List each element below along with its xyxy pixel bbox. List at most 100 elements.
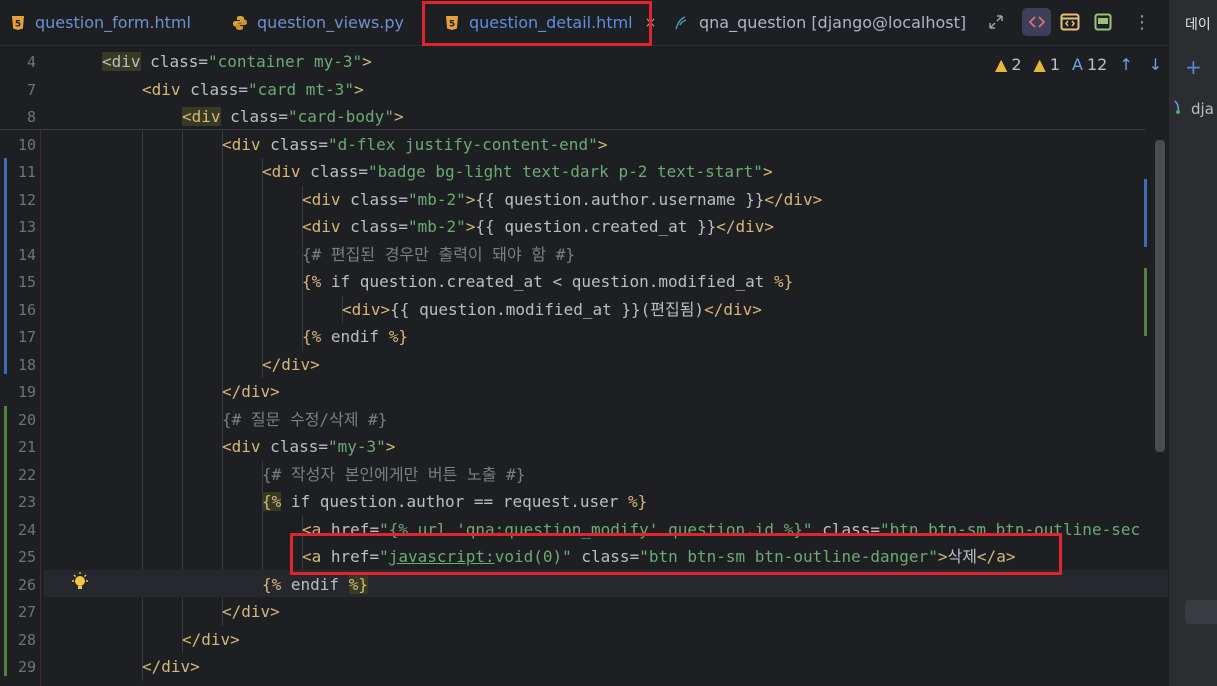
indent-guide: [182, 488, 183, 516]
panel-scroll-thumb[interactable]: [1185, 600, 1217, 624]
indent-guide: [142, 185, 143, 213]
highlight-box: [422, 1, 652, 46]
tab-question-form[interactable]: 5 question_form.html: [10, 0, 191, 45]
indent-guide: [222, 158, 223, 186]
line-number: 7: [26, 80, 36, 99]
indent-guide: [142, 240, 143, 268]
indent-guide: [182, 598, 183, 626]
indent-guide: [182, 185, 183, 213]
code-line[interactable]: <div class="mb-2">{{ question.created_at…: [302, 213, 774, 240]
indent-guide: [142, 543, 143, 571]
code-line[interactable]: {# 작성자 본인에게만 버튼 노출 #}: [262, 461, 525, 488]
indent-guide: [142, 433, 143, 461]
indent-guide: [222, 515, 223, 543]
indent-guide: [222, 240, 223, 268]
preview-icon[interactable]: [1092, 8, 1114, 36]
indent-guide: [182, 158, 183, 186]
code-line[interactable]: <div>{{ question.modified_at }}(편집됨)</di…: [342, 296, 762, 323]
tab-qna-question-table[interactable]: qna_question [django@localhost]: [674, 0, 966, 45]
code-line[interactable]: {% endif %}: [302, 323, 408, 350]
indent-guide: [182, 323, 183, 351]
datasource-item[interactable]: dja: [1173, 98, 1214, 120]
code-line[interactable]: </div>: [262, 351, 320, 378]
indent-guide: [142, 488, 143, 516]
tool-window-title: 데이: [1185, 17, 1211, 33]
indent-guide: [222, 460, 223, 488]
indent-guide: [142, 378, 143, 406]
code-line[interactable]: <div class="mb-2">{{ question.author.use…: [302, 186, 822, 213]
tab-label: question_views.py: [257, 13, 405, 32]
indent-guide: [182, 130, 183, 158]
indent-guide: [262, 295, 263, 323]
next-highlight-icon[interactable]: ↓: [1149, 55, 1162, 74]
code-line[interactable]: <div class="badge bg-light text-dark p-2…: [262, 158, 773, 185]
indent-guide: [182, 213, 183, 241]
indent-guide: [182, 268, 183, 296]
typo-icon: A: [1072, 55, 1083, 74]
indent-guide: [142, 625, 143, 653]
indent-guide: [182, 543, 183, 571]
code-line[interactable]: </div>: [182, 626, 240, 653]
indent-guide: [222, 350, 223, 378]
html5-icon: 5: [10, 15, 26, 31]
tab-question-views[interactable]: question_views.py: [232, 0, 404, 45]
indent-guide: [142, 350, 143, 378]
gutter-border: [40, 130, 41, 686]
indent-guide: [182, 240, 183, 268]
indent-guide: [222, 488, 223, 516]
indent-guide: [182, 405, 183, 433]
indent-guide: [182, 460, 183, 488]
code-line[interactable]: {% if question.author == request.user %}: [262, 488, 647, 515]
indent-guide: [262, 185, 263, 213]
database-tool-window: 데이 + dja: [1168, 0, 1217, 686]
more-options-icon[interactable]: ⋮: [1133, 8, 1151, 36]
code-line[interactable]: {# 편집된 경우만 출력이 돼야 함 #}: [302, 241, 575, 268]
line-number: 10: [17, 135, 36, 154]
indent-guide: [222, 323, 223, 351]
code-line[interactable]: {% if question.created_at < question.mod…: [302, 268, 793, 295]
split-preview-icon[interactable]: [1058, 8, 1082, 36]
indent-guide: [262, 213, 263, 241]
indent-guide: [222, 268, 223, 296]
line-number: 19: [17, 383, 36, 401]
inspection-widget[interactable]: ▲ 2 ▲ 1 A 12 ↑ ↓: [995, 55, 1162, 74]
code-line[interactable]: <div class="my-3">: [222, 433, 395, 460]
prev-highlight-icon[interactable]: ↑: [1119, 55, 1132, 74]
datasource-label: dja: [1191, 100, 1214, 118]
indent-guide: [182, 515, 183, 543]
code-line[interactable]: {# 질문 수정/삭제 #}: [222, 406, 387, 433]
indent-guide: [142, 598, 143, 626]
code-view-icon[interactable]: [1022, 8, 1051, 36]
indent-guide: [262, 543, 263, 571]
code-line[interactable]: <div class="card mt-3">: [142, 76, 364, 103]
code-editor[interactable]: ▲ 2 ▲ 1 A 12 ↑ ↓ 4 <div class="container …: [0, 46, 1168, 686]
indent-guide: [142, 323, 143, 351]
indent-guide: [142, 515, 143, 543]
add-icon[interactable]: +: [1185, 55, 1202, 79]
indent-guide: [182, 378, 183, 406]
code-line[interactable]: <div class="container my-3">: [102, 48, 372, 75]
weak-warning-count: 1: [1049, 55, 1060, 74]
indent-guide: [262, 515, 263, 543]
line-number: 4: [26, 53, 36, 71]
typo-count: 12: [1086, 55, 1108, 74]
expand-icon[interactable]: [985, 8, 1007, 36]
tab-label: qna_question [django@localhost]: [699, 13, 967, 32]
indent-guide: [262, 323, 263, 351]
indent-guide: [222, 213, 223, 241]
indent-guide: [302, 295, 303, 323]
code-line[interactable]: </div>: [142, 653, 200, 680]
indent-guide: [182, 350, 183, 378]
code-line[interactable]: </div>: [222, 378, 280, 405]
code-line[interactable]: <div class="d-flex justify-content-end">: [222, 131, 607, 158]
code-line[interactable]: </div>: [222, 598, 280, 625]
change-marker: [4, 406, 7, 676]
indent-guide: [262, 240, 263, 268]
code-line[interactable]: <div class="card-body">: [182, 103, 404, 130]
svg-text:5: 5: [15, 19, 21, 29]
highlight-box: [290, 533, 1062, 575]
lightbulb-icon[interactable]: [70, 572, 90, 598]
database-table-icon: [674, 15, 690, 31]
vertical-scrollbar[interactable]: [1155, 140, 1165, 452]
indent-guide: [142, 158, 143, 186]
